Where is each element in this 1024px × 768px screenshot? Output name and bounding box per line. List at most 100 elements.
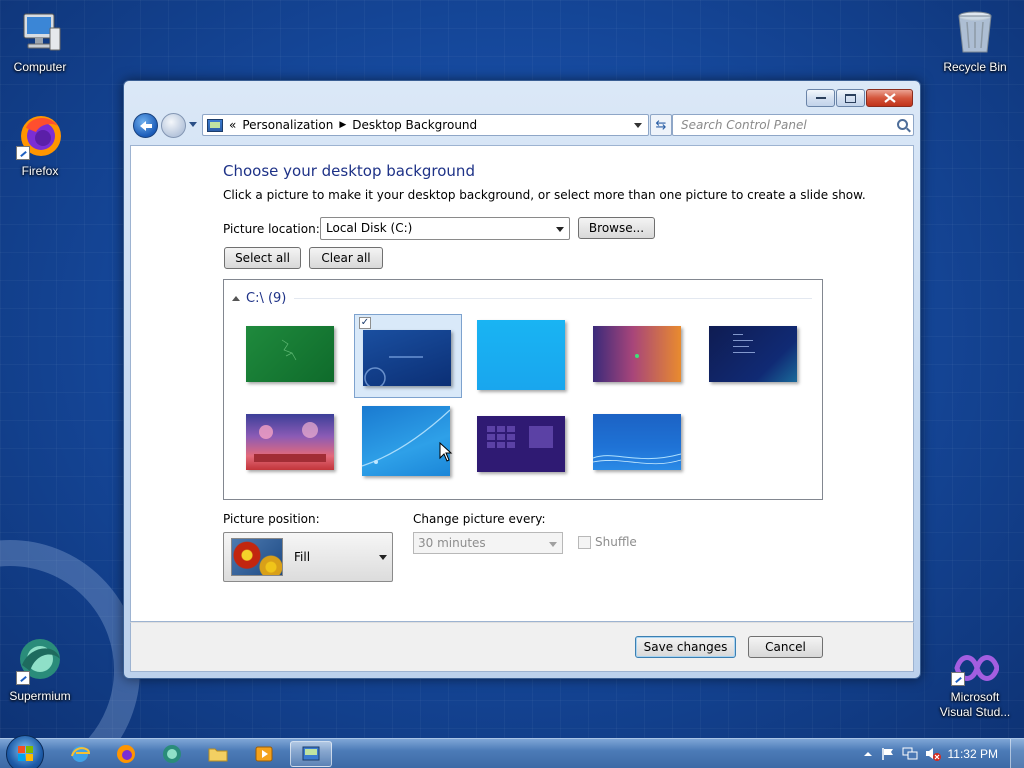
close-button[interactable] xyxy=(866,89,913,107)
button-bar: Save changes Cancel xyxy=(130,622,914,672)
visual-studio-icon xyxy=(951,648,1000,686)
breadcrumb-desktop-background[interactable]: Desktop Background xyxy=(352,118,477,132)
volume-muted-icon[interactable] xyxy=(925,746,941,762)
page-instructions: Click a picture to make it your desktop … xyxy=(223,188,866,202)
address-bar[interactable]: « Personalization ▶ Desktop Background xyxy=(202,114,649,136)
clock[interactable]: 11:32 PM xyxy=(948,747,998,761)
desktop-icon-computer[interactable]: Computer xyxy=(0,8,80,74)
show-desktop-button[interactable] xyxy=(1010,739,1024,768)
search-placeholder: Search Control Panel xyxy=(681,118,807,132)
control-panel-icon xyxy=(302,746,320,761)
shuffle-label: Shuffle xyxy=(595,535,637,549)
maximize-button[interactable] xyxy=(836,89,865,107)
address-dropdown-icon[interactable] xyxy=(634,123,642,128)
firefox-icon xyxy=(117,745,135,763)
navigation-bar: « Personalization ▶ Desktop Background ⇆… xyxy=(132,112,914,138)
forward-button[interactable] xyxy=(161,113,186,138)
change-picture-interval-select: 30 minutes xyxy=(413,532,563,554)
media-player-icon xyxy=(255,746,273,762)
computer-icon xyxy=(16,8,64,56)
show-hidden-icons-icon[interactable] xyxy=(863,751,873,757)
recycle-bin-icon xyxy=(951,8,999,56)
desktop-icon-label: Supermium xyxy=(9,689,71,703)
desktop-icon-label: Microsoft Visual Stud... xyxy=(939,690,1011,719)
collapse-triangle-icon[interactable] xyxy=(232,295,240,301)
browse-button[interactable]: Browse... xyxy=(578,217,655,239)
mouse-pointer-icon xyxy=(439,442,453,462)
start-button[interactable] xyxy=(6,735,44,768)
back-button[interactable] xyxy=(133,113,158,138)
breadcrumb-arrow-icon[interactable]: ▶ xyxy=(339,120,346,130)
chevron-down-icon xyxy=(379,555,387,560)
taskbar-internet-explorer[interactable] xyxy=(60,741,100,767)
wallpaper-thumbnail-fantasy[interactable] xyxy=(238,402,346,486)
thumbnail-checkbox[interactable]: ✓ xyxy=(359,317,371,329)
desktop-icon-label: Recycle Bin xyxy=(943,60,1007,74)
shortcut-arrow-icon xyxy=(16,671,30,685)
breadcrumb-personalization[interactable]: Personalization xyxy=(242,118,333,132)
desktop: Computer Firefox Supermium Recycle Bin M… xyxy=(0,0,1024,738)
desktop-icon-firefox[interactable]: Firefox xyxy=(0,112,80,178)
taskbar-file-explorer[interactable] xyxy=(198,741,238,767)
shortcut-arrow-icon xyxy=(951,672,965,686)
supermium-icon xyxy=(163,745,181,763)
thumbnail-image xyxy=(246,326,334,382)
picture-location-select[interactable]: Local Disk (C:) xyxy=(320,217,570,240)
internet-explorer-icon xyxy=(71,746,91,762)
taskbar-firefox[interactable] xyxy=(106,741,146,767)
wallpaper-thumbnail-navy[interactable] xyxy=(701,316,809,400)
group-label: C:\ (9) xyxy=(246,290,287,306)
page-title: Choose your desktop background xyxy=(223,162,475,180)
taskbar-control-panel[interactable] xyxy=(290,741,332,767)
minimize-button[interactable] xyxy=(806,89,835,107)
firefox-icon xyxy=(16,112,64,160)
taskbar-media-player[interactable] xyxy=(244,741,284,767)
group-header[interactable]: C:\ (9) xyxy=(232,290,812,306)
change-picture-value: 30 minutes xyxy=(418,536,486,550)
refresh-icon: ⇆ xyxy=(655,117,667,133)
address-overflow-chevron[interactable]: « xyxy=(229,118,236,132)
thumbnail-image xyxy=(593,326,681,382)
wallpaper-thumbnail-cyan[interactable] xyxy=(469,312,577,396)
main-content: Choose your desktop background Click a p… xyxy=(130,145,914,622)
select-all-button[interactable]: Select all xyxy=(224,247,301,269)
refresh-button[interactable]: ⇆ xyxy=(650,114,672,136)
save-changes-button[interactable]: Save changes xyxy=(635,636,736,658)
desktop-icon-supermium[interactable]: Supermium xyxy=(0,637,80,703)
picture-position-label: Picture position: xyxy=(223,512,320,526)
chevron-down-icon xyxy=(549,542,557,547)
desktop-icon-label: Computer xyxy=(13,60,67,74)
folder-icon xyxy=(208,748,228,762)
wallpaper-thumbnail-green[interactable] xyxy=(238,316,346,400)
change-picture-label: Change picture every: xyxy=(413,512,546,526)
wallpaper-thumbnail-sunset[interactable] xyxy=(585,316,693,400)
thumbnail-image xyxy=(246,414,334,470)
picture-position-select[interactable]: Fill xyxy=(223,532,393,582)
shortcut-arrow-icon xyxy=(16,146,30,160)
back-arrow-icon xyxy=(139,120,152,131)
thumbnail-image xyxy=(477,416,565,472)
window-controls xyxy=(806,89,913,107)
control-panel-icon xyxy=(207,118,223,132)
recent-pages-arrow-icon[interactable] xyxy=(189,122,197,127)
desktop-icon-visual-studio[interactable]: Microsoft Visual Stud... xyxy=(935,648,1015,720)
wallpaper-thumbnail-purple-grid[interactable] xyxy=(469,402,577,486)
picture-location-label: Picture location: xyxy=(223,222,320,236)
picture-position-preview xyxy=(231,538,283,576)
windows-logo-icon xyxy=(18,746,34,762)
wallpaper-thumbnail-windows-blue[interactable]: ✓ xyxy=(354,314,462,398)
cancel-button[interactable]: Cancel xyxy=(748,636,823,658)
network-icon[interactable] xyxy=(902,747,918,761)
system-tray: 11:32 PM xyxy=(839,739,1024,768)
wallpaper-thumbnail-blue-waves[interactable] xyxy=(585,402,693,486)
search-icon[interactable] xyxy=(897,119,908,130)
picture-position-value: Fill xyxy=(294,550,311,564)
picture-gallery: C:\ (9) ✓ xyxy=(223,279,823,500)
desktop-icon-recycle-bin[interactable]: Recycle Bin xyxy=(935,8,1015,74)
taskbar-supermium[interactable] xyxy=(152,741,192,767)
search-input[interactable]: Search Control Panel xyxy=(672,114,914,136)
clear-all-button[interactable]: Clear all xyxy=(309,247,383,269)
action-center-flag-icon[interactable] xyxy=(881,747,895,761)
group-divider xyxy=(294,297,812,299)
thumbnail-image xyxy=(363,330,451,389)
